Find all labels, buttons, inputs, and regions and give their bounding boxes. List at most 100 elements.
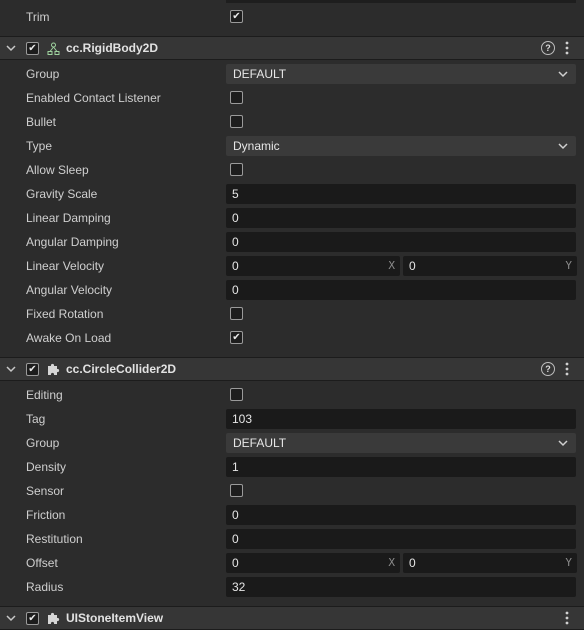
uistoneitemview-title: UIStoneItemView	[66, 611, 164, 625]
allow-sleep-checkbox[interactable]	[230, 163, 243, 176]
help-icon[interactable]: ?	[541, 41, 555, 55]
restitution-label: Restitution	[26, 532, 83, 546]
radius-row: Radius 32	[0, 575, 584, 599]
uistoneitemview-enabled-checkbox[interactable]: ✔	[26, 612, 39, 625]
rb-group-select[interactable]: DEFAULT	[226, 64, 576, 84]
linear-damping-label: Linear Damping	[26, 211, 111, 225]
bullet-checkbox[interactable]	[230, 115, 243, 128]
bullet-label: Bullet	[26, 115, 57, 129]
cc-group-label: Group	[26, 436, 60, 450]
linear-velocity-y-value: 0	[409, 259, 416, 273]
density-label: Density	[26, 460, 67, 474]
circlecollider2d-enabled-checkbox[interactable]: ✔	[26, 363, 39, 376]
fixed-rotation-checkbox[interactable]	[230, 307, 243, 320]
allow-sleep-row: Allow Sleep	[0, 158, 584, 182]
angular-velocity-input[interactable]: 0	[226, 280, 576, 300]
help-icon[interactable]: ?	[541, 362, 555, 376]
puzzle-piece-icon	[48, 612, 60, 624]
cc-group-select[interactable]: DEFAULT	[226, 433, 576, 453]
linear-damping-row: Linear Damping 0	[0, 206, 584, 230]
fixed-rotation-row: Fixed Rotation	[0, 302, 584, 326]
more-options-icon[interactable]	[565, 362, 569, 376]
radius-input[interactable]: 32	[226, 577, 576, 597]
rigidbody2d-header[interactable]: ✔ cc.RigidBody2D ?	[0, 36, 584, 60]
x-axis-label: X	[388, 259, 395, 272]
more-options-icon[interactable]	[565, 611, 569, 625]
tag-row: Tag 103	[0, 407, 584, 431]
offset-label: Offset	[26, 556, 58, 570]
friction-row: Friction 0	[0, 503, 584, 527]
collapse-arrow-icon[interactable]	[6, 44, 16, 52]
offset-x-input[interactable]: 0 X	[226, 553, 400, 573]
trim-label: Trim	[26, 10, 50, 24]
allow-sleep-label: Allow Sleep	[26, 163, 89, 177]
awake-on-load-row: Awake On Load ✔	[0, 326, 584, 350]
offset-row: Offset 0 X 0 Y	[0, 551, 584, 575]
offset-y-input[interactable]: 0 Y	[403, 553, 577, 573]
uistoneitemview-header[interactable]: ✔ UIStoneItemView	[0, 606, 584, 630]
y-axis-label: Y	[565, 556, 572, 569]
chevron-down-icon	[558, 143, 568, 150]
chevron-down-icon	[558, 71, 568, 78]
linear-velocity-x-value: 0	[232, 259, 239, 273]
density-row: Density 1	[0, 455, 584, 479]
offset-y-value: 0	[409, 556, 416, 570]
collapse-arrow-icon[interactable]	[6, 614, 16, 622]
type-value: Dynamic	[233, 139, 280, 153]
collapse-arrow-icon[interactable]	[6, 365, 16, 373]
rb-group-value: DEFAULT	[233, 67, 287, 81]
circlecollider2d-title: cc.CircleCollider2D	[66, 362, 177, 376]
previous-field-edge	[226, 0, 576, 3]
linear-damping-input[interactable]: 0	[226, 208, 576, 228]
gravity-scale-label: Gravity Scale	[26, 187, 98, 201]
angular-velocity-row: Angular Velocity 0	[0, 278, 584, 302]
friction-label: Friction	[26, 508, 66, 522]
angular-velocity-label: Angular Velocity	[26, 283, 113, 297]
editing-row: Editing	[0, 383, 584, 407]
linear-velocity-x-input[interactable]: 0 X	[226, 256, 400, 276]
rb-group-row: Group DEFAULT	[0, 62, 584, 86]
cc-group-row: Group DEFAULT	[0, 431, 584, 455]
restitution-input[interactable]: 0	[226, 529, 576, 549]
circlecollider2d-header[interactable]: ✔ cc.CircleCollider2D ?	[0, 357, 584, 381]
contact-listener-label: Enabled Contact Listener	[26, 91, 161, 105]
rigidbody2d-title: cc.RigidBody2D	[66, 41, 159, 55]
tag-input[interactable]: 103	[226, 409, 576, 429]
offset-x-value: 0	[232, 556, 239, 570]
awake-on-load-checkbox[interactable]: ✔	[230, 331, 243, 344]
type-label: Type	[26, 139, 53, 153]
angular-damping-label: Angular Damping	[26, 235, 119, 249]
editing-checkbox[interactable]	[230, 388, 243, 401]
gravity-scale-input[interactable]: 5	[226, 184, 576, 204]
contact-listener-checkbox[interactable]	[230, 91, 243, 104]
density-input[interactable]: 1	[226, 457, 576, 477]
bullet-row: Bullet	[0, 110, 584, 134]
cc-group-value: DEFAULT	[233, 436, 287, 450]
more-options-icon[interactable]	[565, 41, 569, 55]
trim-checkbox[interactable]: ✔	[230, 10, 243, 23]
sensor-label: Sensor	[26, 484, 65, 498]
linear-velocity-label: Linear Velocity	[26, 259, 105, 273]
rigidbody2d-enabled-checkbox[interactable]: ✔	[26, 42, 39, 55]
friction-input[interactable]: 0	[226, 505, 576, 525]
angular-damping-row: Angular Damping 0	[0, 230, 584, 254]
x-axis-label: X	[388, 556, 395, 569]
rb-group-label: Group	[26, 67, 60, 81]
y-axis-label: Y	[565, 259, 572, 272]
chevron-down-icon	[558, 440, 568, 447]
gravity-scale-row: Gravity Scale 5	[0, 182, 584, 206]
contact-listener-row: Enabled Contact Listener	[0, 86, 584, 110]
trim-row: Trim ✔	[0, 5, 584, 29]
type-select[interactable]: Dynamic	[226, 136, 576, 156]
puzzle-piece-icon	[48, 363, 60, 375]
type-row: Type Dynamic	[0, 134, 584, 158]
linear-velocity-row: Linear Velocity 0 X 0 Y	[0, 254, 584, 278]
sensor-row: Sensor	[0, 479, 584, 503]
linear-velocity-y-input[interactable]: 0 Y	[403, 256, 577, 276]
editing-label: Editing	[26, 388, 63, 402]
sensor-checkbox[interactable]	[230, 484, 243, 497]
awake-on-load-label: Awake On Load	[26, 331, 112, 345]
angular-damping-input[interactable]: 0	[226, 232, 576, 252]
radius-label: Radius	[26, 580, 64, 594]
fixed-rotation-label: Fixed Rotation	[26, 307, 104, 321]
